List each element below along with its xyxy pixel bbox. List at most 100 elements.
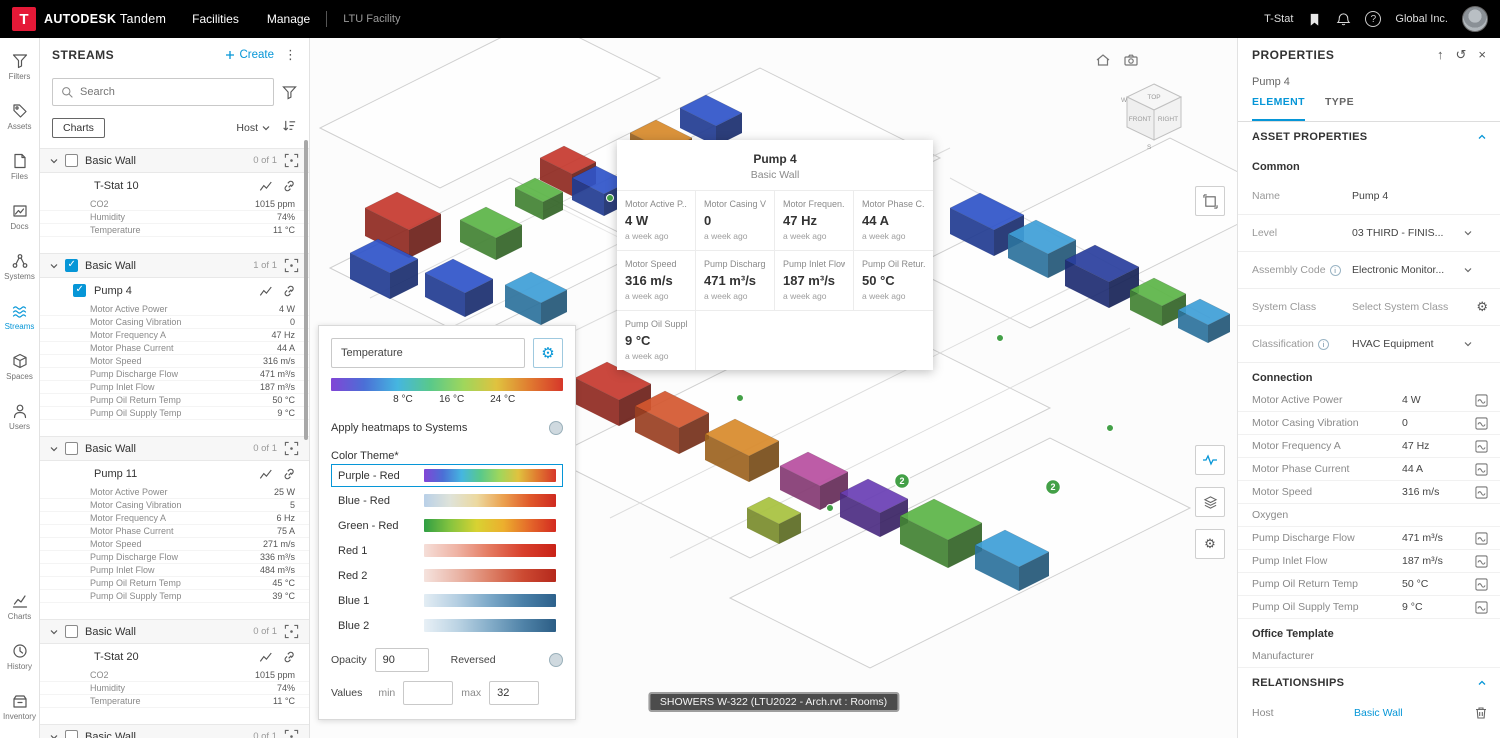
property-row[interactable]: Namei Pump 4 ⚙ bbox=[1238, 178, 1500, 215]
stream-link-icon[interactable] bbox=[1475, 440, 1488, 453]
isolate-icon[interactable] bbox=[284, 729, 299, 738]
sidebar-item-inventory[interactable]: Inventory bbox=[0, 682, 40, 732]
stream-device-row[interactable]: T-Stat 10 bbox=[40, 173, 309, 198]
sidebar-item-streams[interactable]: Streams bbox=[0, 292, 40, 342]
chevron-down-icon[interactable] bbox=[50, 628, 58, 636]
viewer-settings-button[interactable]: ⚙ bbox=[1195, 529, 1225, 559]
group-checkbox[interactable] bbox=[65, 442, 78, 455]
reversed-toggle[interactable] bbox=[549, 653, 563, 667]
host-dropdown[interactable]: Host bbox=[236, 122, 270, 134]
min-input[interactable] bbox=[403, 681, 453, 705]
tab-element[interactable]: ELEMENT bbox=[1252, 96, 1305, 121]
tab-type[interactable]: TYPE bbox=[1325, 96, 1354, 121]
stream-link-icon[interactable] bbox=[1475, 463, 1488, 476]
viewer-3d[interactable]: 22 TOP FRONT RIGHT W S bbox=[310, 38, 1237, 738]
sort-icon[interactable] bbox=[282, 118, 297, 138]
sidebar-item-spaces[interactable]: Spaces bbox=[0, 342, 40, 392]
sidebar-item-history[interactable]: History bbox=[0, 632, 40, 682]
max-input[interactable] bbox=[489, 681, 539, 705]
group-checkbox[interactable] bbox=[65, 730, 78, 738]
filter-icon[interactable] bbox=[282, 85, 297, 100]
viewcube-front-face[interactable]: FRONT bbox=[1129, 116, 1151, 123]
chevron-down-icon[interactable] bbox=[1464, 340, 1472, 348]
stream-device-row[interactable]: Pump 11 bbox=[40, 461, 309, 486]
heatmap-toggle-button[interactable] bbox=[1195, 445, 1225, 475]
stream-group-header[interactable]: Basic Wall 0 of 1 bbox=[40, 436, 309, 461]
stream-link-icon[interactable] bbox=[1475, 394, 1488, 407]
info-icon[interactable]: i bbox=[1318, 339, 1329, 350]
gear-icon[interactable]: ⚙ bbox=[1476, 299, 1488, 315]
chevron-down-icon[interactable] bbox=[50, 157, 58, 165]
property-row[interactable]: Leveli 03 THIRD - FINIS... ⚙ bbox=[1238, 215, 1500, 252]
sidebar-item-users[interactable]: Users bbox=[0, 392, 40, 442]
stream-device-row[interactable]: T-Stat 20 bbox=[40, 644, 309, 669]
group-checkbox[interactable] bbox=[65, 259, 78, 272]
sidebar-item-systems[interactable]: Systems bbox=[0, 242, 40, 292]
restore-icon[interactable]: ↺ bbox=[1456, 47, 1467, 63]
color-theme-option[interactable]: Purple - Red bbox=[331, 464, 563, 487]
chart-icon[interactable] bbox=[259, 284, 273, 298]
camera-icon[interactable] bbox=[1123, 52, 1139, 68]
chart-icon[interactable] bbox=[259, 467, 273, 481]
create-button[interactable]: Create bbox=[225, 49, 274, 61]
chevron-down-icon[interactable] bbox=[50, 733, 58, 738]
view-cube[interactable]: TOP FRONT RIGHT W S bbox=[1117, 78, 1191, 152]
stream-group-header[interactable]: Basic Wall 0 of 1 bbox=[40, 724, 309, 738]
chart-icon[interactable] bbox=[259, 179, 273, 193]
kebab-menu-icon[interactable]: ⋮ bbox=[284, 47, 297, 63]
relationships-header[interactable]: RELATIONSHIPS bbox=[1238, 668, 1500, 698]
property-row[interactable]: System Classi Select System Class ⚙ bbox=[1238, 289, 1500, 326]
charts-button[interactable]: Charts bbox=[52, 118, 105, 138]
link-icon[interactable] bbox=[283, 467, 297, 481]
stream-device-row[interactable]: Pump 4 bbox=[40, 278, 309, 303]
link-icon[interactable] bbox=[283, 650, 297, 664]
search-box[interactable] bbox=[52, 78, 274, 106]
property-row[interactable]: Assembly Codei Electronic Monitor... ⚙ bbox=[1238, 252, 1500, 289]
sidebar-item-assets[interactable]: Assets bbox=[0, 92, 40, 142]
color-theme-option[interactable]: Blue - Red bbox=[331, 489, 563, 512]
sidebar-item-filters[interactable]: Filters bbox=[0, 42, 40, 92]
color-theme-option[interactable]: Red 2 bbox=[331, 564, 563, 587]
isolate-icon[interactable] bbox=[284, 258, 299, 273]
link-icon[interactable] bbox=[283, 179, 297, 193]
breadcrumb[interactable]: LTU Facility bbox=[343, 13, 400, 25]
sidebar-item-docs[interactable]: Docs bbox=[0, 192, 40, 242]
chevron-down-icon[interactable] bbox=[1464, 229, 1472, 237]
device-checkbox[interactable] bbox=[73, 284, 86, 297]
viewcube-top-face[interactable]: TOP bbox=[1147, 94, 1160, 101]
sidebar-item-files[interactable]: Files bbox=[0, 142, 40, 192]
isolate-icon[interactable] bbox=[284, 441, 299, 456]
stream-link-icon[interactable] bbox=[1475, 578, 1488, 591]
chevron-down-icon[interactable] bbox=[50, 445, 58, 453]
menu-manage[interactable]: Manage bbox=[267, 12, 310, 26]
chart-icon[interactable] bbox=[259, 650, 273, 664]
help-icon[interactable]: ? bbox=[1365, 11, 1381, 27]
section-box-button[interactable] bbox=[1195, 186, 1225, 216]
stream-group-header[interactable]: Basic Wall 0 of 1 bbox=[40, 619, 309, 644]
stream-link-icon[interactable] bbox=[1475, 532, 1488, 545]
chevron-down-icon[interactable] bbox=[50, 262, 58, 270]
home-view-icon[interactable] bbox=[1095, 52, 1111, 68]
expand-arrow-icon[interactable]: ↑ bbox=[1437, 47, 1444, 63]
isolate-icon[interactable] bbox=[284, 153, 299, 168]
saved-view-name[interactable]: T-Stat bbox=[1264, 13, 1293, 25]
property-row[interactable]: Classificationi HVAC Equipment ⚙ bbox=[1238, 326, 1500, 363]
stream-link-icon[interactable] bbox=[1475, 555, 1488, 568]
sidebar-item-charts[interactable]: Charts bbox=[0, 582, 40, 632]
stream-link-icon[interactable] bbox=[1475, 601, 1488, 614]
stream-link-icon[interactable] bbox=[1475, 486, 1488, 499]
bell-icon[interactable] bbox=[1336, 12, 1351, 27]
isolate-icon[interactable] bbox=[284, 624, 299, 639]
tandem-logo[interactable]: T bbox=[12, 7, 36, 31]
close-icon[interactable]: × bbox=[1478, 47, 1486, 63]
info-icon[interactable]: i bbox=[1330, 265, 1341, 276]
color-theme-option[interactable]: Green - Red bbox=[331, 514, 563, 537]
heatmap-sensor-select[interactable]: Temperature bbox=[331, 338, 525, 368]
bookmark-icon[interactable] bbox=[1307, 12, 1322, 27]
color-theme-option[interactable]: Blue 2 bbox=[331, 614, 563, 637]
trash-icon[interactable] bbox=[1474, 706, 1488, 720]
menu-facilities[interactable]: Facilities bbox=[192, 12, 239, 26]
search-input[interactable] bbox=[80, 86, 265, 98]
group-checkbox[interactable] bbox=[65, 625, 78, 638]
asset-properties-header[interactable]: ASSET PROPERTIES bbox=[1238, 122, 1500, 152]
